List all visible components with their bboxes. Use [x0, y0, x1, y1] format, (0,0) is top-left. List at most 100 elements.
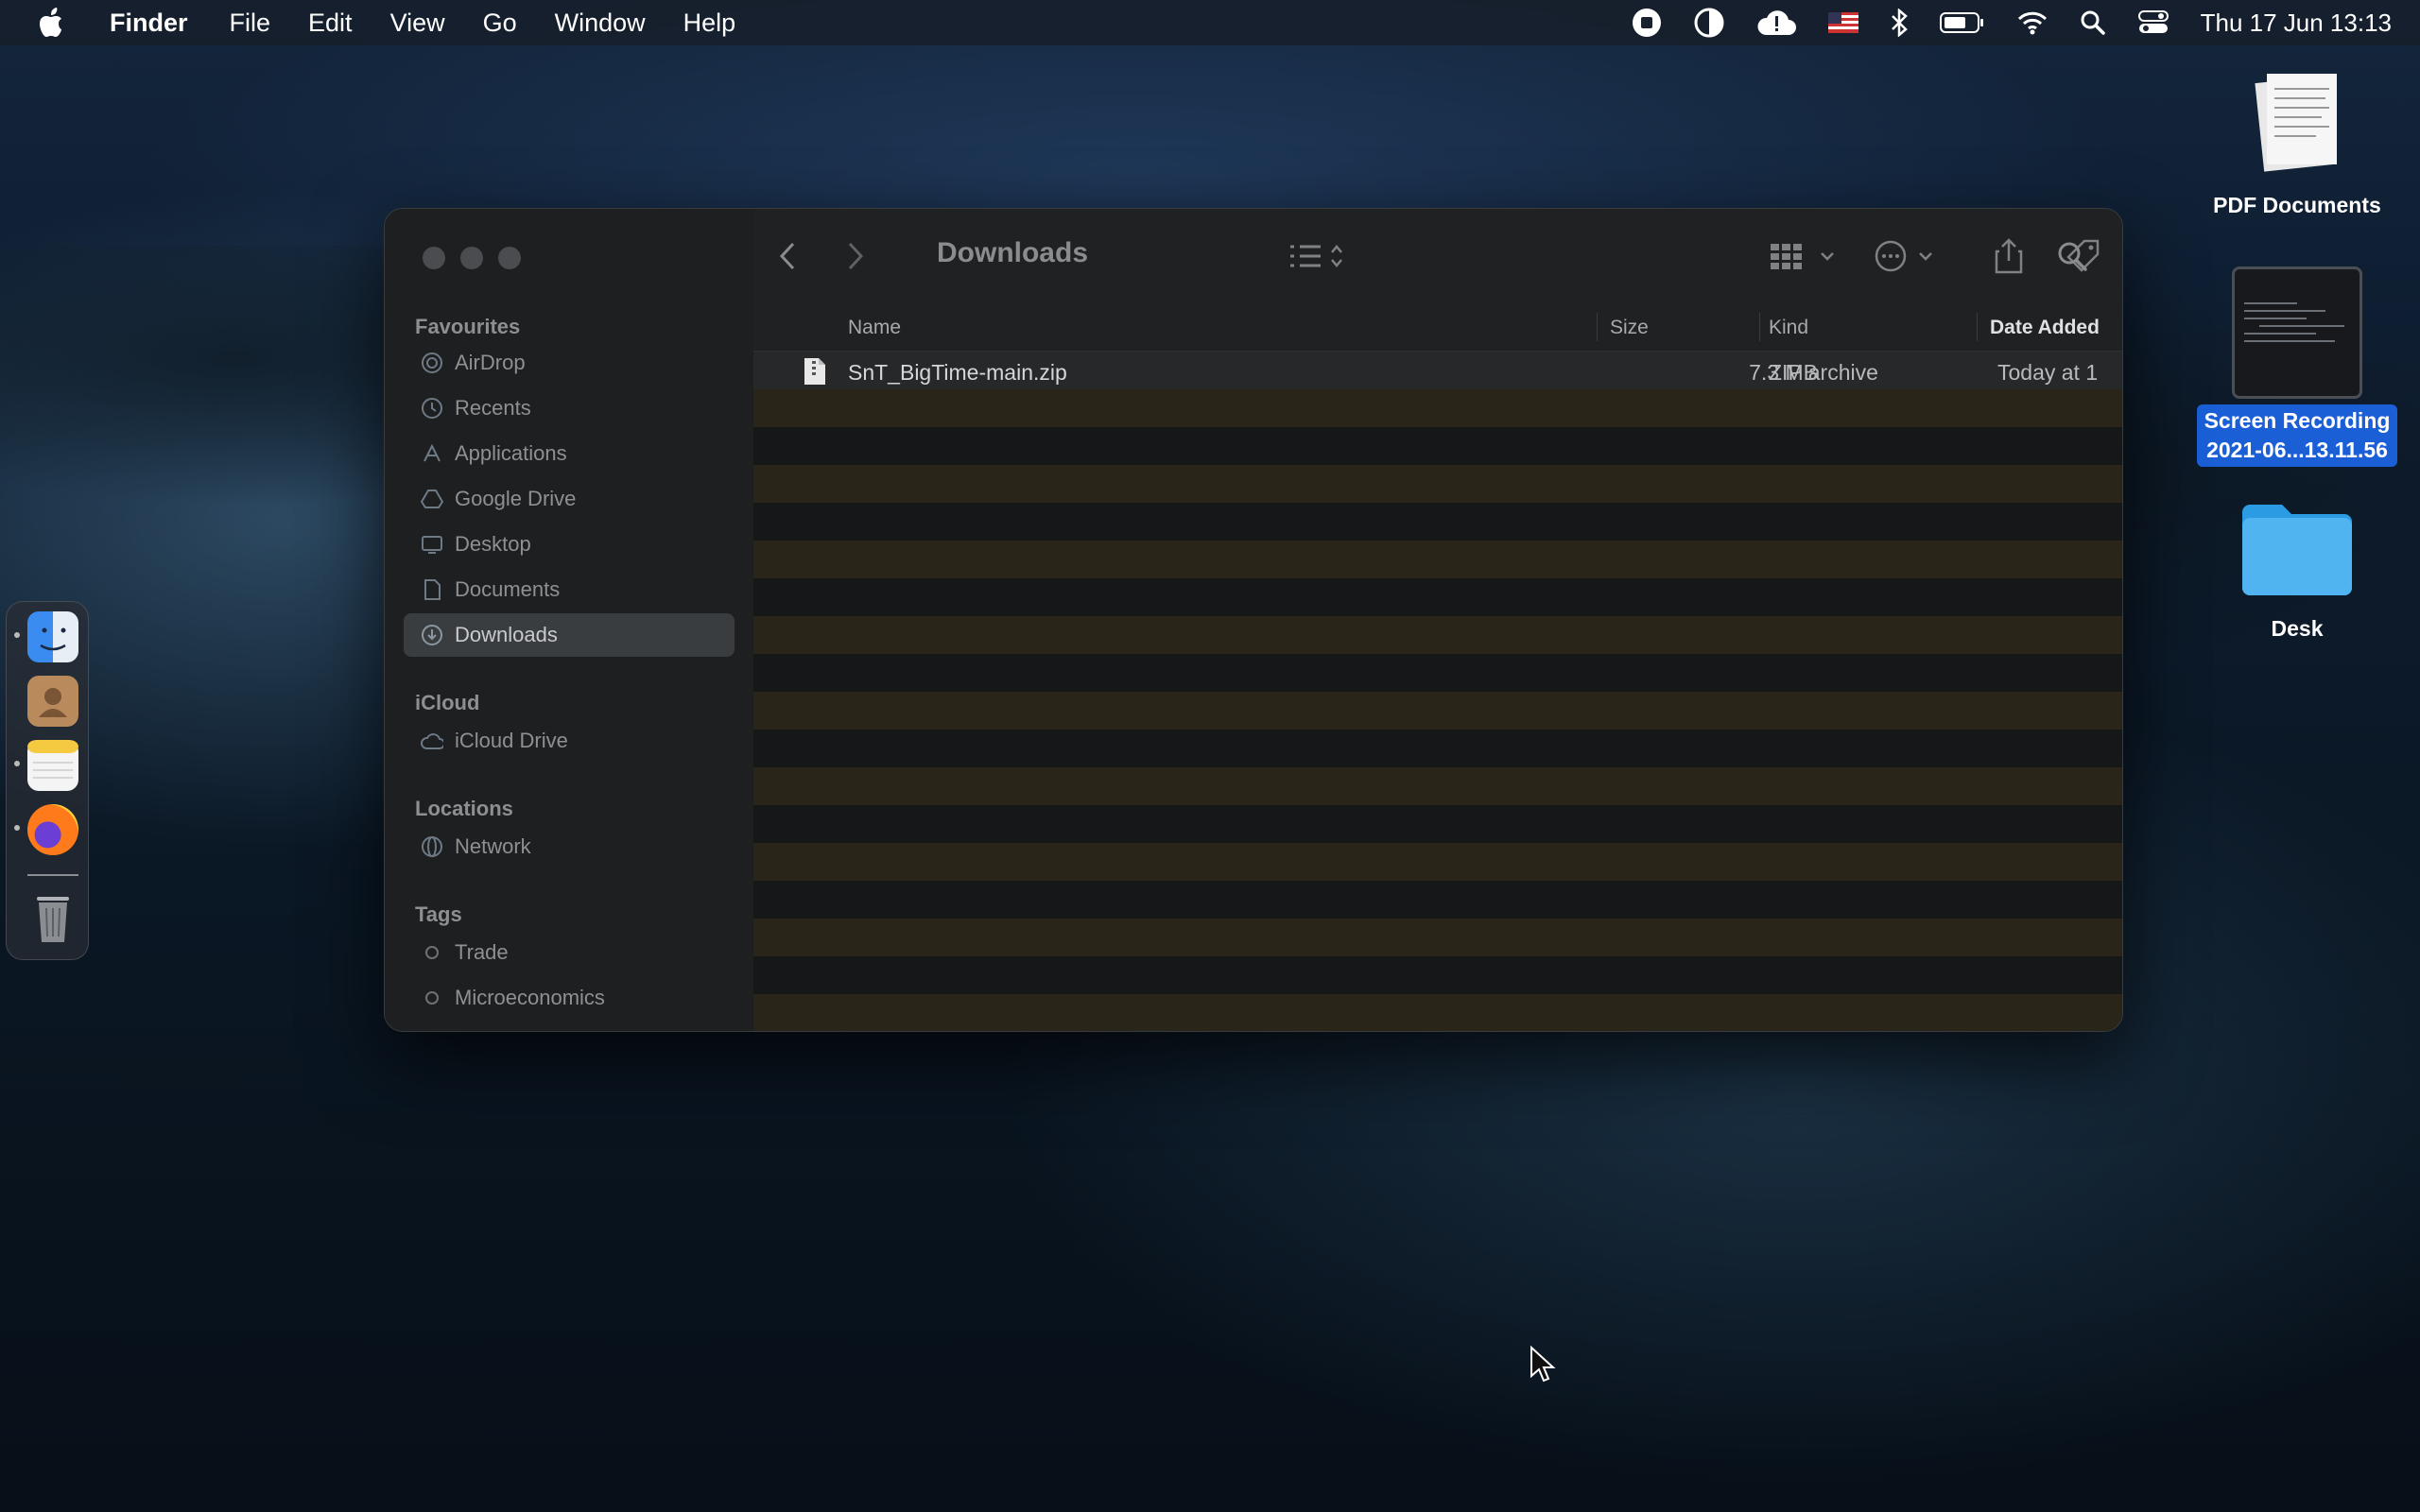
menu-help[interactable]: Help: [683, 9, 736, 38]
file-kind: ZIP archive: [1769, 360, 1878, 385]
empty-row: [753, 692, 2122, 730]
file-name: SnT_BigTime-main.zip: [848, 360, 1067, 385]
cloud-alert-icon[interactable]: [1756, 0, 1796, 45]
menu-window[interactable]: Window: [555, 9, 646, 38]
empty-row: [753, 389, 2122, 427]
window-controls: [423, 247, 521, 269]
sidebar-item-recents[interactable]: Recents: [404, 387, 735, 430]
column-date-added[interactable]: Date Added: [1990, 317, 2100, 339]
control-center-icon[interactable]: [2137, 0, 2169, 45]
window-title: Downloads: [937, 237, 1089, 268]
trash-icon[interactable]: [27, 889, 78, 942]
empty-row: [753, 465, 2122, 503]
clock-icon: [421, 397, 443, 420]
sidebar-item-label: Microeconomics: [455, 986, 605, 1009]
sidebar-item-downloads[interactable]: Downloads: [404, 613, 735, 657]
document-icon: [421, 578, 443, 601]
running-indicator: [14, 632, 20, 638]
video-thumbnail-icon: [2232, 266, 2362, 399]
battery-icon[interactable]: [1939, 0, 1985, 45]
empty-row: [753, 541, 2122, 578]
menu-edit[interactable]: Edit: [308, 9, 353, 38]
document-stack-icon: [2193, 66, 2401, 189]
spotlight-search-icon[interactable]: [2080, 0, 2106, 45]
minimize-window-button[interactable]: [460, 247, 483, 269]
sidebar-item-label: Applications: [455, 441, 567, 465]
sidebar-item-tag-microeconomics[interactable]: Microeconomics: [404, 976, 735, 1020]
back-chevron-icon[interactable]: [776, 235, 799, 277]
desktop-item-label: PDF Documents: [2213, 193, 2381, 217]
menubar-clock[interactable]: Thu 17 Jun 13:13: [2201, 9, 2392, 38]
folder-icon: [2203, 491, 2392, 612]
group-grid-icon[interactable]: [1769, 235, 1842, 277]
tag-circle-icon: [421, 987, 443, 1009]
tag-circle-icon: [421, 941, 443, 964]
dock-separator: [27, 874, 78, 876]
applications-icon: [421, 442, 443, 465]
notes-app-icon[interactable]: [27, 740, 78, 791]
desktop-item-screen-recording[interactable]: Screen Recording 2021-06...13.11.56: [2180, 266, 2414, 467]
sidebar-item-tag-trade[interactable]: Trade: [404, 931, 735, 974]
apple-icon[interactable]: [36, 6, 70, 40]
zip-file-icon: [803, 357, 827, 391]
menu-bar: Finder File Edit View Go Window Help Thu…: [0, 0, 2420, 45]
download-icon: [421, 624, 443, 646]
empty-row: [753, 843, 2122, 881]
airdrop-icon: [421, 352, 443, 374]
column-kind[interactable]: Kind: [1769, 317, 1808, 339]
menu-go[interactable]: Go: [483, 9, 517, 38]
desktop-item-desk-folder[interactable]: Desk: [2203, 491, 2392, 645]
sidebar-item-airdrop[interactable]: AirDrop: [404, 341, 735, 385]
sidebar-item-label: Downloads: [455, 623, 558, 646]
dock: [6, 601, 89, 960]
sidebar-item-label: Google Drive: [455, 487, 577, 510]
finder-app-icon[interactable]: [27, 611, 78, 662]
empty-row: [753, 994, 2122, 1031]
empty-row: [753, 616, 2122, 654]
contacts-app-icon[interactable]: [27, 676, 78, 727]
list-view-icon[interactable]: [1288, 235, 1349, 277]
sidebar-item-documents[interactable]: Documents: [404, 568, 735, 611]
firefox-app-icon[interactable]: [27, 804, 78, 855]
sidebar-item-label: Trade: [455, 940, 509, 964]
bluetooth-icon[interactable]: [1891, 0, 1908, 45]
desktop-item-label-selected: Screen Recording 2021-06...13.11.56: [2196, 404, 2398, 467]
finder-toolbar: Downloads: [753, 209, 2122, 303]
desktop-item-pdf-documents[interactable]: PDF Documents: [2193, 66, 2401, 222]
forward-chevron-icon[interactable]: [844, 235, 867, 277]
column-size[interactable]: Size: [1610, 317, 1649, 339]
desktop-icon: [421, 533, 443, 556]
menu-app-finder[interactable]: Finder: [110, 9, 188, 38]
empty-row: [753, 767, 2122, 805]
sidebar-item-icloud-drive[interactable]: iCloud Drive: [404, 719, 735, 763]
cloud-icon: [421, 730, 443, 752]
desktop-item-label: Desk: [2271, 616, 2324, 641]
wifi-icon[interactable]: [2017, 0, 2048, 45]
finder-search-icon[interactable]: [2056, 235, 2088, 277]
menu-file[interactable]: File: [230, 9, 271, 38]
close-window-button[interactable]: [423, 247, 445, 269]
mouse-cursor-icon: [1530, 1345, 1556, 1388]
empty-row: [753, 919, 2122, 956]
sidebar-item-google-drive[interactable]: Google Drive: [404, 477, 735, 521]
desktop-item-label-line1: Screen Recording: [2204, 408, 2391, 433]
file-date-added: Today at 1: [1997, 360, 2099, 385]
finder-sidebar: Favourites AirDrop Recents Applications …: [385, 209, 753, 1031]
running-indicator: [14, 825, 20, 831]
column-name[interactable]: Name: [848, 317, 901, 339]
flag-us-icon[interactable]: [1827, 0, 1858, 45]
sidebar-item-desktop[interactable]: Desktop: [404, 523, 735, 566]
file-row[interactable]: SnT_BigTime-main.zip 7.3 MB ZIP archive …: [753, 352, 2122, 389]
sidebar-section-favourites: Favourites: [415, 315, 521, 338]
finder-window: Favourites AirDrop Recents Applications …: [384, 208, 2123, 1032]
network-globe-icon: [421, 835, 443, 858]
zoom-window-button[interactable]: [498, 247, 521, 269]
half-circle-icon[interactable]: [1694, 0, 1724, 45]
sidebar-item-applications[interactable]: Applications: [404, 432, 735, 475]
share-icon[interactable]: [1994, 235, 2024, 277]
screen-record-stop-icon[interactable]: [1632, 0, 1662, 45]
sidebar-section-icloud: iCloud: [415, 691, 480, 714]
menu-view[interactable]: View: [390, 9, 445, 38]
sidebar-item-network[interactable]: Network: [404, 825, 735, 868]
more-actions-icon[interactable]: [1875, 235, 1943, 277]
